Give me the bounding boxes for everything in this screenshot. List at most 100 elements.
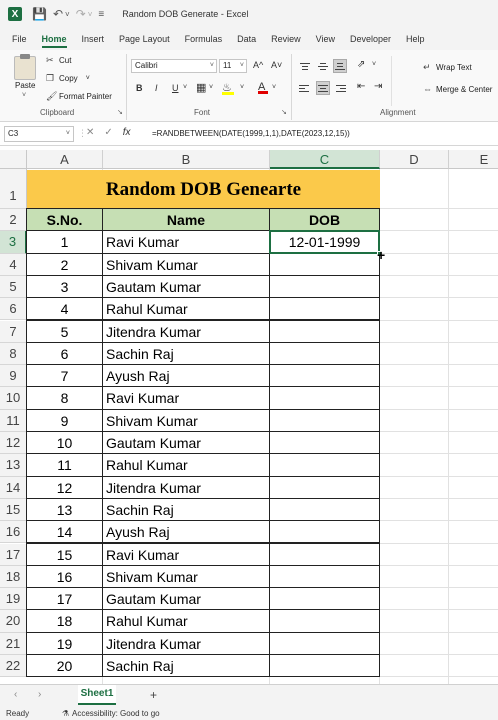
table-cell-sno[interactable]: 8 bbox=[26, 386, 103, 410]
insert-function-button[interactable]: fx bbox=[123, 127, 131, 138]
row-header-12[interactable]: 12 bbox=[0, 432, 27, 455]
table-cell-dob[interactable] bbox=[269, 408, 380, 432]
decrease-indent-icon[interactable]: ⇤ bbox=[357, 81, 365, 92]
menu-home[interactable]: Home bbox=[41, 28, 67, 50]
row-header-11[interactable]: 11 bbox=[0, 409, 27, 432]
table-cell-dob[interactable] bbox=[269, 587, 380, 611]
table-cell-dob[interactable] bbox=[269, 252, 380, 276]
column-header-d[interactable]: D bbox=[380, 150, 449, 169]
table-cell-sno[interactable]: 15 bbox=[26, 542, 103, 566]
table-cell-sno[interactable]: 1 bbox=[26, 230, 103, 254]
table-cell-name[interactable]: Jitendra Kumar bbox=[102, 475, 270, 499]
table-cell-name[interactable]: Rahul Kumar bbox=[102, 453, 270, 477]
table-cell-name[interactable]: Shivam Kumar bbox=[102, 252, 270, 276]
table-cell-sno[interactable]: 9 bbox=[26, 408, 103, 432]
increase-font-size-button[interactable]: A^ bbox=[253, 60, 263, 70]
table-cell-dob[interactable] bbox=[269, 364, 380, 388]
table-cell-sno[interactable]: 7 bbox=[26, 364, 103, 388]
table-cell-sno[interactable]: 4 bbox=[26, 297, 103, 321]
underline-dropdown-icon[interactable]: ˅ bbox=[183, 84, 187, 91]
table-cell-dob[interactable] bbox=[269, 431, 380, 455]
table-cell-name[interactable]: Sachin Raj bbox=[102, 497, 270, 522]
orientation-icon[interactable]: ⇗ bbox=[357, 59, 365, 70]
table-cell-name[interactable]: Rahul Kumar bbox=[102, 297, 270, 321]
name-box[interactable]: C3 ˅ bbox=[4, 126, 74, 142]
table-header-sno[interactable]: S.No. bbox=[26, 208, 103, 232]
decrease-font-size-button[interactable]: A˅ bbox=[271, 60, 282, 70]
table-cell-name[interactable]: Gautam Kumar bbox=[102, 431, 270, 455]
sheet-tab[interactable]: Sheet1 bbox=[78, 685, 116, 705]
table-cell-name[interactable]: Ravi Kumar bbox=[102, 230, 270, 254]
table-cell-name[interactable]: Sachin Raj bbox=[102, 654, 270, 678]
menu-view[interactable]: View bbox=[316, 28, 335, 50]
accessibility-status[interactable]: Accessibility: Good to go bbox=[72, 709, 160, 718]
italic-button[interactable]: I bbox=[155, 83, 158, 93]
font-color-icon[interactable]: A bbox=[258, 81, 268, 94]
table-cell-dob[interactable] bbox=[269, 475, 380, 499]
save-icon[interactable]: 💾 bbox=[32, 7, 47, 21]
table-cell-sno[interactable]: 3 bbox=[26, 274, 103, 299]
increase-indent-icon[interactable]: ⇥ bbox=[374, 81, 382, 92]
undo-dropdown-icon[interactable]: ˅ bbox=[65, 10, 70, 19]
table-cell-dob[interactable] bbox=[269, 297, 380, 321]
table-cell-name[interactable]: Jitendra Kumar bbox=[102, 631, 270, 655]
copy-button[interactable]: ❐ Copy ˅ bbox=[46, 73, 90, 84]
menu-help[interactable]: Help bbox=[406, 28, 425, 50]
table-cell-dob[interactable] bbox=[269, 654, 380, 678]
merge-center-button[interactable]: ⇔ Merge & Center bbox=[423, 84, 492, 94]
menu-formulas[interactable]: Formulas bbox=[185, 28, 223, 50]
row-header-9[interactable]: 9 bbox=[0, 365, 27, 388]
paste-icon[interactable] bbox=[14, 54, 36, 80]
customize-toolbar-icon[interactable]: ≡ bbox=[98, 9, 104, 20]
clipboard-launcher-icon[interactable]: ↘ bbox=[117, 108, 123, 116]
row-header-14[interactable]: 14 bbox=[0, 476, 27, 499]
active-cell-selection[interactable] bbox=[269, 230, 380, 254]
row-header-2[interactable]: 2 bbox=[0, 209, 27, 232]
wrap-text-button[interactable]: ↵ Wrap Text bbox=[423, 62, 472, 73]
row-header-6[interactable]: 6 bbox=[0, 298, 27, 321]
align-center-icon[interactable] bbox=[316, 81, 330, 95]
table-cell-sno[interactable]: 10 bbox=[26, 431, 103, 455]
table-cell-dob[interactable] bbox=[269, 520, 380, 544]
redo-icon[interactable]: ↷ bbox=[76, 7, 86, 21]
table-cell-dob[interactable] bbox=[269, 564, 380, 589]
table-cell-sno[interactable]: 16 bbox=[26, 564, 103, 589]
table-cell-name[interactable]: Shivam Kumar bbox=[102, 564, 270, 589]
table-cell-sno[interactable]: 17 bbox=[26, 587, 103, 611]
row-header-5[interactable]: 5 bbox=[0, 275, 27, 299]
row-header-15[interactable]: 15 bbox=[0, 498, 27, 522]
table-cell-dob[interactable] bbox=[269, 274, 380, 299]
table-cell-dob[interactable] bbox=[269, 542, 380, 566]
fill-color-icon[interactable]: ♨ bbox=[222, 81, 234, 95]
table-cell-dob[interactable] bbox=[269, 341, 380, 366]
table-cell-dob[interactable] bbox=[269, 631, 380, 655]
redo-dropdown-icon[interactable]: ˅ bbox=[88, 10, 93, 19]
select-all-corner[interactable] bbox=[0, 150, 27, 169]
table-cell-sno[interactable]: 12 bbox=[26, 475, 103, 499]
align-right-icon[interactable] bbox=[333, 81, 347, 95]
accessibility-icon[interactable]: ⚗ bbox=[62, 709, 69, 718]
menu-insert[interactable]: Insert bbox=[82, 28, 105, 50]
middle-align-icon[interactable] bbox=[316, 59, 330, 73]
font-size-select[interactable]: 11 ˅ bbox=[219, 59, 247, 73]
table-cell-sno[interactable]: 20 bbox=[26, 654, 103, 678]
row-header-22[interactable]: 22 bbox=[0, 655, 27, 678]
undo-icon[interactable]: ↶ bbox=[53, 7, 63, 21]
row-header-10[interactable]: 10 bbox=[0, 387, 27, 410]
table-cell-name[interactable]: Ravi Kumar bbox=[102, 542, 270, 566]
menu-developer[interactable]: Developer bbox=[350, 28, 391, 50]
row-header-21[interactable]: 21 bbox=[0, 632, 27, 655]
menu-page-layout[interactable]: Page Layout bbox=[119, 28, 170, 50]
table-header-name[interactable]: Name bbox=[102, 208, 270, 232]
font-color-dropdown-icon[interactable]: ˅ bbox=[272, 84, 276, 91]
borders-dropdown-icon[interactable]: ˅ bbox=[209, 84, 213, 91]
top-align-icon[interactable] bbox=[298, 59, 312, 73]
row-header-8[interactable]: 8 bbox=[0, 342, 27, 366]
format-painter-button[interactable]: 🖌 Format Painter bbox=[46, 91, 112, 102]
row-header-13[interactable]: 13 bbox=[0, 454, 27, 477]
fill-color-dropdown-icon[interactable]: ˅ bbox=[240, 84, 244, 91]
cut-button[interactable]: ✂ Cut bbox=[46, 55, 71, 66]
row-header-18[interactable]: 18 bbox=[0, 565, 27, 589]
enter-icon[interactable]: ✓ bbox=[104, 127, 112, 138]
table-cell-sno[interactable]: 18 bbox=[26, 609, 103, 633]
